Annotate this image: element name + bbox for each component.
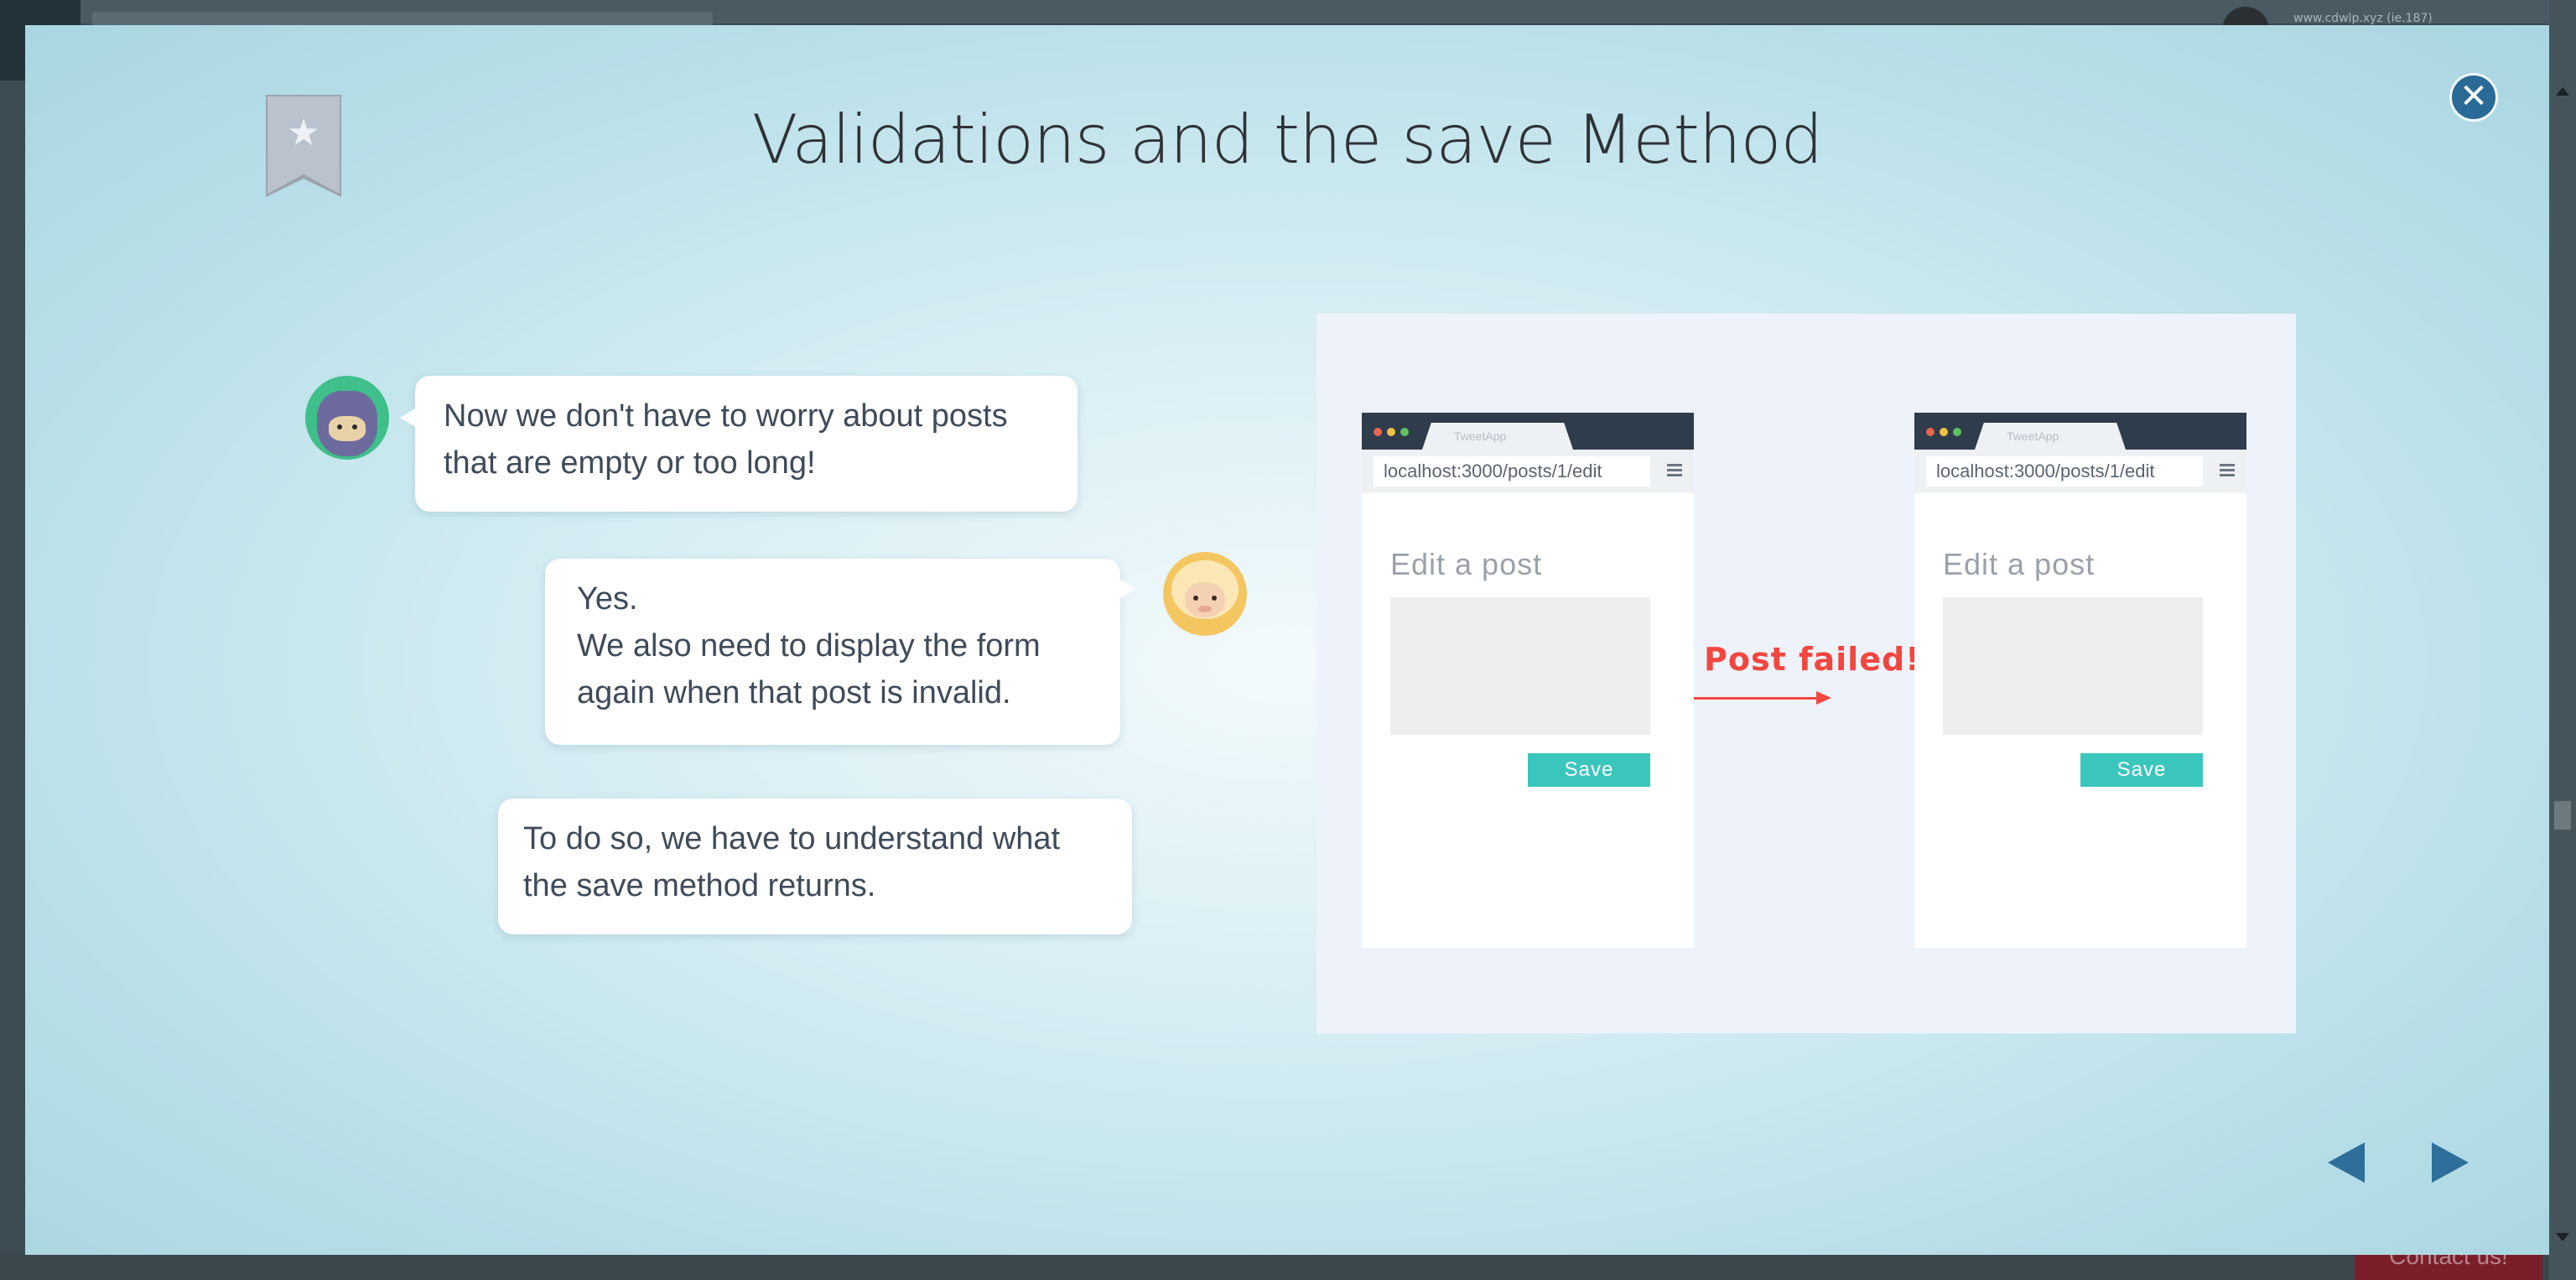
background-user-text: www.cdwlp.xyz (ie.187) bbox=[2293, 12, 2433, 25]
form-heading: Edit a post bbox=[1943, 547, 2096, 581]
minimize-dot-icon bbox=[1387, 428, 1395, 436]
maximize-dot-icon bbox=[1400, 428, 1409, 436]
slide-title: Validations and the save Method bbox=[751, 101, 1824, 179]
browser-mockup-right: TweetApp localhost:3000/posts/1/edit Edi… bbox=[1914, 413, 2246, 948]
browser-address-bar: localhost:3000/posts/1/edit bbox=[1374, 456, 1650, 487]
minimize-dot-icon bbox=[1940, 428, 1948, 436]
page-scrollbar-thumb[interactable] bbox=[2554, 801, 2571, 830]
hamburger-menu-icon bbox=[2220, 461, 2235, 480]
page-scrollbar[interactable] bbox=[2549, 0, 2576, 1280]
close-button[interactable]: ✕ bbox=[2449, 73, 2498, 122]
browser-tab-title: TweetApp bbox=[2007, 429, 2059, 443]
speech-bubble-3: To do so, we have to understand what the… bbox=[498, 799, 1132, 934]
arrow-right-icon bbox=[1816, 691, 1831, 705]
close-dot-icon bbox=[1926, 428, 1935, 436]
form-heading: Edit a post bbox=[1390, 547, 1543, 581]
close-icon: ✕ bbox=[2459, 77, 2488, 116]
scroll-up-icon[interactable] bbox=[2556, 87, 2569, 96]
form-save-button: Save bbox=[2080, 753, 2203, 787]
form-textarea bbox=[1943, 597, 2203, 735]
background-bottombar bbox=[0, 1255, 2549, 1280]
ninja-avatar-icon bbox=[305, 376, 389, 460]
speech-bubble-1: Now we don't have to worry about posts t… bbox=[400, 376, 1078, 512]
sheep-avatar-icon bbox=[1163, 552, 1247, 636]
browser-address-bar: localhost:3000/posts/1/edit bbox=[1926, 456, 2203, 487]
close-dot-icon bbox=[1374, 428, 1382, 436]
arrow-line bbox=[1694, 697, 1818, 700]
scroll-down-icon[interactable] bbox=[2556, 1233, 2569, 1241]
form-save-button: Save bbox=[1528, 753, 1650, 787]
next-slide-button[interactable] bbox=[2432, 1142, 2469, 1183]
browser-tab-title: TweetApp bbox=[1454, 429, 1507, 443]
browser-mockup-left: TweetApp localhost:3000/posts/1/edit Edi… bbox=[1362, 413, 1694, 948]
post-failed-label: Post failed! bbox=[1704, 641, 1921, 678]
illustration-panel: TweetApp localhost:3000/posts/1/edit Edi… bbox=[1317, 314, 2296, 1033]
hamburger-menu-icon bbox=[1667, 461, 1682, 480]
slide-modal: ★ Validations and the save Method ✕ Now … bbox=[25, 25, 2549, 1255]
speech-bubble-2: Yes. We also need to display the form ag… bbox=[545, 559, 1135, 745]
form-textarea bbox=[1390, 597, 1650, 735]
maximize-dot-icon bbox=[1953, 428, 1961, 436]
previous-slide-button[interactable] bbox=[2328, 1142, 2365, 1183]
